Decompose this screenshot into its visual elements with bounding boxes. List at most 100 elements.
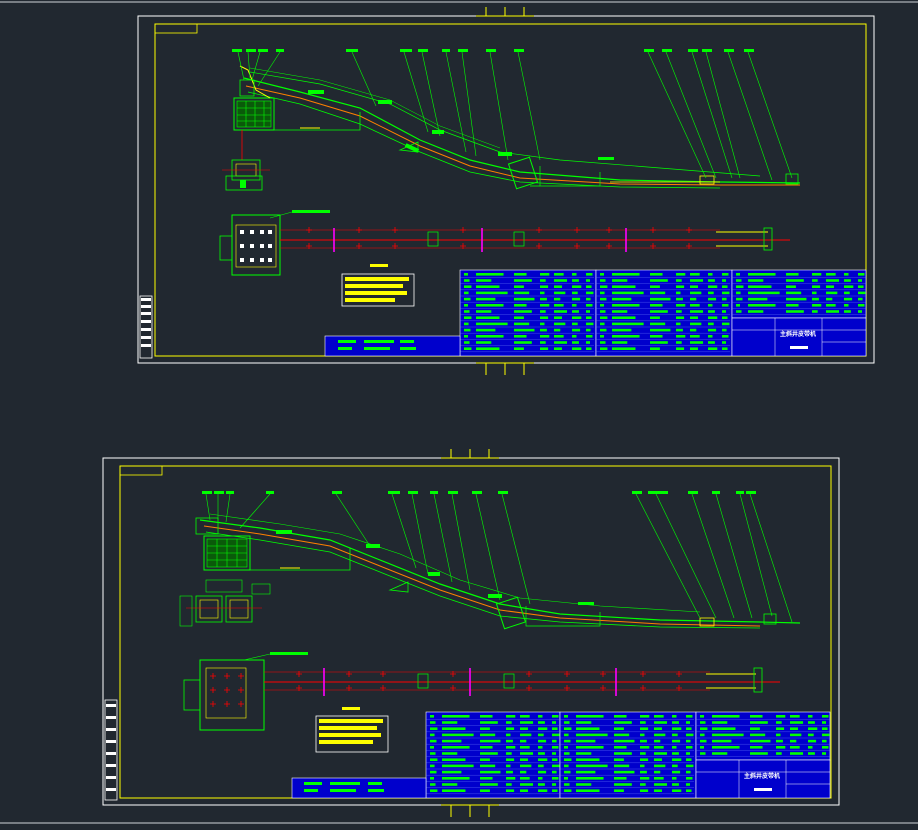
table-cell-mark xyxy=(464,341,470,344)
table-cell-mark xyxy=(554,297,561,301)
table-cell-mark xyxy=(442,733,474,737)
table-cell-mark xyxy=(506,733,511,737)
table-cell-mark xyxy=(514,347,524,350)
table-cell-mark xyxy=(808,739,817,743)
table-cell-mark xyxy=(564,783,570,786)
table-cell-mark xyxy=(514,328,535,332)
table-cell-mark xyxy=(520,783,534,786)
table-cell-mark xyxy=(540,322,545,326)
table-cell-mark xyxy=(430,733,435,737)
table-cell-mark xyxy=(776,739,783,743)
table-cell-mark xyxy=(520,733,532,737)
table-cell-mark xyxy=(736,297,743,301)
table-cell-mark xyxy=(442,770,462,774)
table-cell-mark xyxy=(552,764,560,768)
table-cell-mark xyxy=(708,304,713,307)
table-cell-mark xyxy=(690,310,704,313)
table-cell-mark xyxy=(476,316,500,319)
table-cell-mark xyxy=(812,285,821,288)
table-cell-mark xyxy=(812,273,822,276)
table-cell-mark xyxy=(506,746,516,749)
table-cell-mark xyxy=(712,715,740,718)
table-cell-mark xyxy=(464,328,471,332)
table-cell-mark xyxy=(600,273,604,276)
table-cell-mark xyxy=(464,291,469,295)
table-cell-mark xyxy=(672,727,682,730)
table-cell-mark xyxy=(676,310,682,313)
table-cell-mark xyxy=(672,758,682,761)
table-cell-mark xyxy=(712,721,728,724)
table-cell-mark xyxy=(514,297,535,301)
table-cell-mark xyxy=(430,770,437,774)
table-cell-mark xyxy=(520,727,528,730)
table-cell-mark xyxy=(614,715,627,718)
table-cell-mark xyxy=(826,279,840,282)
table-cell-mark xyxy=(572,310,579,313)
table-cell-mark xyxy=(586,279,590,282)
table-cell-mark xyxy=(844,304,849,307)
table-cell-mark xyxy=(750,715,763,718)
table-cell-mark xyxy=(654,789,662,792)
table-cell-mark xyxy=(476,285,500,288)
table-cell-mark xyxy=(552,752,556,755)
table-cell-mark xyxy=(826,285,834,288)
table-cell-mark xyxy=(480,752,498,755)
table-cell-mark xyxy=(506,764,511,768)
table-cell-mark xyxy=(576,777,604,780)
table-cell-mark xyxy=(552,739,557,743)
table-cell-mark xyxy=(690,285,698,288)
table-cell-mark xyxy=(430,746,434,749)
table-cell-mark xyxy=(576,770,596,774)
table-cell-mark xyxy=(576,783,592,786)
drive-section-detail[interactable] xyxy=(179,579,271,627)
table-cell-mark xyxy=(576,758,600,761)
table-cell-mark xyxy=(564,770,571,774)
table-cell-mark xyxy=(686,770,691,774)
table-cell-mark xyxy=(690,304,700,307)
table-cell-mark xyxy=(600,304,604,307)
table-cell-mark xyxy=(672,733,678,737)
table-cell-mark xyxy=(612,285,636,288)
cad-drawing-canvas[interactable]: 主斜井皮带机 主斜井皮带机 xyxy=(0,0,918,830)
table-cell-mark xyxy=(748,291,780,295)
conveyor-elevation-view[interactable] xyxy=(195,491,801,630)
table-cell-mark xyxy=(750,727,760,730)
table-cell-mark xyxy=(614,727,624,730)
table-cell-mark xyxy=(812,297,819,301)
table-cell-mark xyxy=(476,310,492,313)
drawing-sheet-1[interactable]: 主斜井皮带机 xyxy=(137,7,875,375)
table-cell-mark xyxy=(826,291,838,295)
table-cell-mark xyxy=(538,758,548,761)
title-block[interactable]: 主斜井皮带机 xyxy=(695,759,831,799)
table-cell-mark xyxy=(640,764,645,768)
table-cell-mark xyxy=(480,727,490,730)
table-cell-mark xyxy=(822,733,830,737)
table-cell-mark xyxy=(640,746,650,749)
table-cell-mark xyxy=(538,789,548,792)
table-cell-mark xyxy=(650,316,660,319)
table-cell-mark xyxy=(430,783,436,786)
table-cell-mark xyxy=(722,297,727,301)
table-cell-mark xyxy=(514,310,532,313)
table-cell-mark xyxy=(722,285,728,288)
table-cell-mark xyxy=(654,777,664,780)
drawing-sheet-2[interactable]: 主斜井皮带机 xyxy=(102,449,840,817)
conveyor-elevation-view[interactable] xyxy=(232,49,801,190)
conveyor-plan-view[interactable] xyxy=(219,210,790,276)
table-cell-mark xyxy=(676,316,685,319)
table-cell-mark xyxy=(712,746,740,749)
table-cell-mark xyxy=(586,297,591,301)
table-cell-mark xyxy=(722,341,726,344)
table-cell-mark xyxy=(708,273,713,276)
table-cell-mark xyxy=(552,727,558,730)
head-section-detail[interactable] xyxy=(222,159,270,191)
table-cell-mark xyxy=(514,322,530,326)
table-cell-mark xyxy=(676,341,682,344)
table-cell-mark xyxy=(612,341,628,344)
title-block[interactable]: 主斜井皮带机 xyxy=(731,317,867,357)
table-cell-mark xyxy=(442,758,466,761)
table-cell-mark xyxy=(686,721,690,724)
table-cell-mark xyxy=(538,783,545,786)
table-cell-mark xyxy=(650,273,663,276)
table-cell-mark xyxy=(650,347,660,350)
